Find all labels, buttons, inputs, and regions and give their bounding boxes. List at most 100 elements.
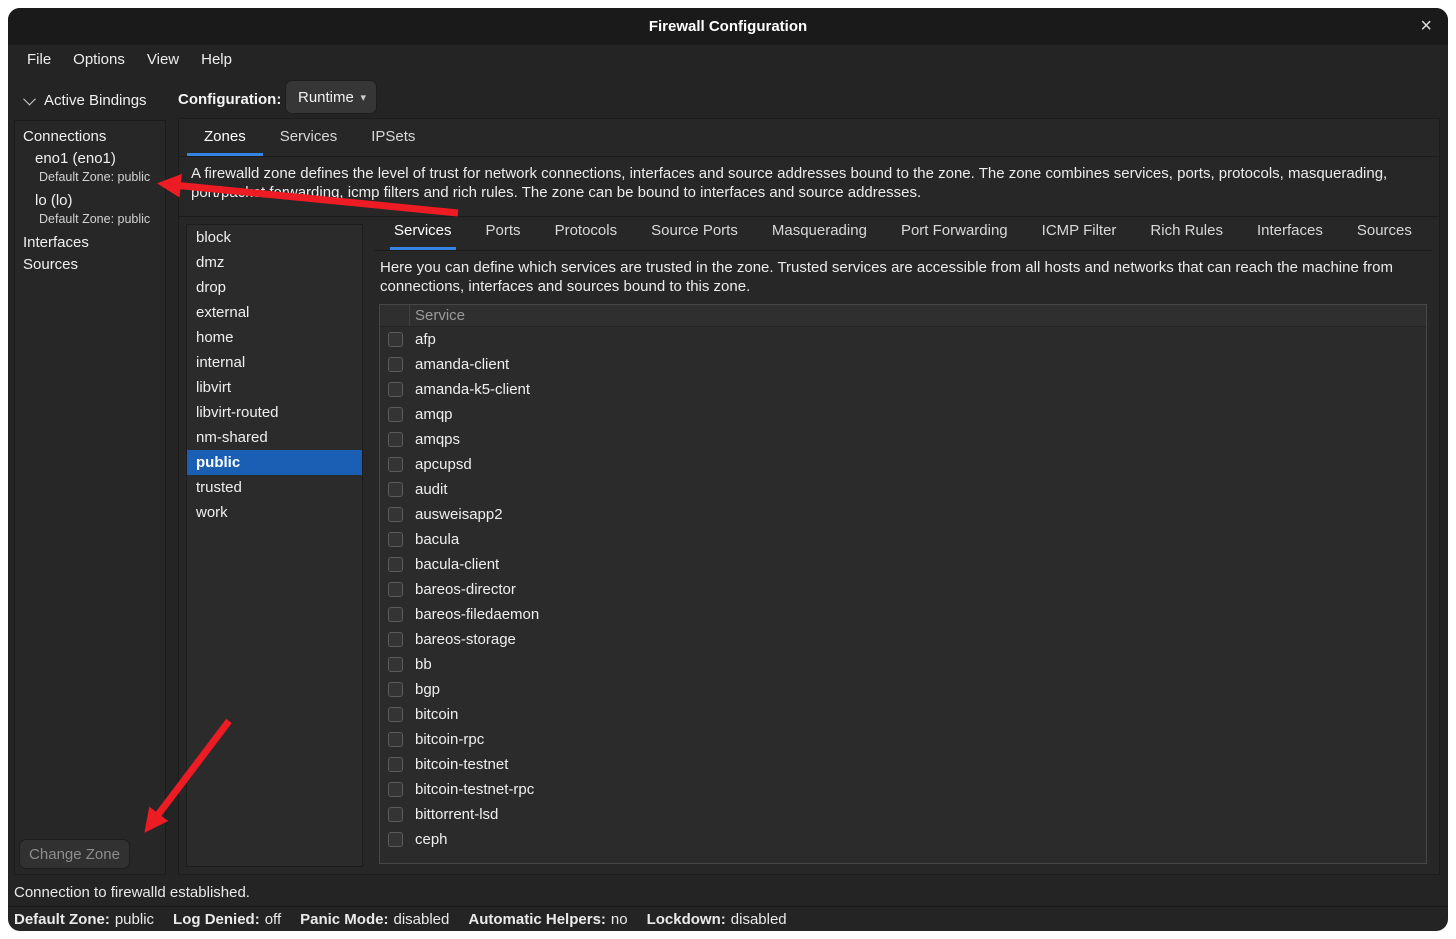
service-checkbox[interactable] bbox=[388, 732, 403, 747]
statusbar-field: Log Denied:off bbox=[173, 911, 281, 928]
service-row[interactable]: bareos-filedaemon bbox=[380, 602, 1426, 627]
close-icon[interactable]: × bbox=[1420, 8, 1432, 44]
zone-settings-tab[interactable]: Masquerading bbox=[768, 214, 871, 250]
zone-list-item[interactable]: libvirt-routed bbox=[187, 400, 362, 425]
zone-description: A firewalld zone defines the level of tr… bbox=[179, 157, 1439, 217]
zone-list-item[interactable]: nm-shared bbox=[187, 425, 362, 450]
service-row[interactable]: bitcoin bbox=[380, 702, 1426, 727]
service-checkbox[interactable] bbox=[388, 757, 403, 772]
service-checkbox[interactable] bbox=[388, 457, 403, 472]
service-checkbox[interactable] bbox=[388, 482, 403, 497]
service-checkbox[interactable] bbox=[388, 382, 403, 397]
service-checkbox[interactable] bbox=[388, 607, 403, 622]
connection-status: Connection to firewalld established. bbox=[14, 880, 250, 906]
service-row[interactable]: bareos-storage bbox=[380, 627, 1426, 652]
change-zone-button[interactable]: Change Zone bbox=[19, 839, 130, 869]
zone-settings-tab[interactable]: Interfaces bbox=[1253, 214, 1327, 250]
service-checkbox[interactable] bbox=[388, 807, 403, 822]
service-checkbox[interactable] bbox=[388, 682, 403, 697]
service-row[interactable]: bitcoin-testnet bbox=[380, 752, 1426, 777]
service-row[interactable]: bareos-director bbox=[380, 577, 1426, 602]
menu-item[interactable]: View bbox=[136, 51, 190, 68]
service-checkbox[interactable] bbox=[388, 357, 403, 372]
titlebar[interactable]: Firewall Configuration × bbox=[8, 8, 1448, 45]
service-checkbox[interactable] bbox=[388, 582, 403, 597]
zone-list-item[interactable]: block bbox=[187, 225, 362, 250]
statusbar-field-value: public bbox=[115, 911, 154, 928]
service-row[interactable]: amanda-client bbox=[380, 352, 1426, 377]
services-table-header: Service bbox=[380, 305, 1426, 327]
zone-settings-tab[interactable]: Source Ports bbox=[647, 214, 742, 250]
zone-list-item[interactable]: drop bbox=[187, 275, 362, 300]
connection-item[interactable]: lo (lo) Default Zone: public bbox=[15, 190, 165, 232]
service-row[interactable]: bacula-client bbox=[380, 552, 1426, 577]
zone-list-item[interactable]: dmz bbox=[187, 250, 362, 275]
sources-header[interactable]: Sources bbox=[15, 254, 165, 276]
zone-settings-tab[interactable]: Services bbox=[390, 214, 456, 250]
zone-list: blockdmzdropexternalhomeinternallibvirtl… bbox=[186, 224, 363, 867]
service-checkbox[interactable] bbox=[388, 557, 403, 572]
service-checkbox[interactable] bbox=[388, 657, 403, 672]
zone-list-item[interactable]: work bbox=[187, 500, 362, 525]
service-row[interactable]: bacula bbox=[380, 527, 1426, 552]
services-table: Service afp amanda-client bbox=[379, 304, 1427, 864]
service-row[interactable]: bittorrent-lsd bbox=[380, 802, 1426, 827]
service-name: amqp bbox=[415, 406, 453, 423]
service-checkbox[interactable] bbox=[388, 632, 403, 647]
service-name: afp bbox=[415, 331, 436, 348]
connections-header[interactable]: Connections bbox=[15, 126, 165, 148]
menu-item[interactable]: Options bbox=[62, 51, 136, 68]
statusbar-field-value: disabled bbox=[393, 911, 449, 928]
service-name: bareos-storage bbox=[415, 631, 516, 648]
connection-item[interactable]: eno1 (eno1) Default Zone: public bbox=[15, 148, 165, 190]
zone-list-item[interactable]: external bbox=[187, 300, 362, 325]
chevron-down-icon bbox=[23, 92, 36, 105]
service-checkbox[interactable] bbox=[388, 432, 403, 447]
statusbar-field-label: Log Denied: bbox=[173, 911, 260, 928]
zone-list-item[interactable]: public bbox=[187, 450, 362, 475]
zone-list-item[interactable]: home bbox=[187, 325, 362, 350]
zone-list-item[interactable]: internal bbox=[187, 350, 362, 375]
service-row[interactable]: ceph bbox=[380, 827, 1426, 852]
service-checkbox[interactable] bbox=[388, 332, 403, 347]
service-checkbox[interactable] bbox=[388, 407, 403, 422]
zone-list-item[interactable]: libvirt bbox=[187, 375, 362, 400]
active-bindings-header[interactable]: Active Bindings bbox=[25, 82, 147, 118]
service-row[interactable]: audit bbox=[380, 477, 1426, 502]
service-row[interactable]: ausweisapp2 bbox=[380, 502, 1426, 527]
zone-settings-tab[interactable]: ICMP Filter bbox=[1038, 214, 1121, 250]
menu-item[interactable]: File bbox=[16, 51, 62, 68]
zone-settings-tabbar: Services Ports Protocols Source Ports Masque… bbox=[374, 214, 1432, 251]
main-tab[interactable]: IPSets bbox=[354, 119, 432, 156]
service-row[interactable]: amqp bbox=[380, 402, 1426, 427]
main-tab[interactable]: Services bbox=[263, 119, 355, 156]
service-name: bitcoin-testnet bbox=[415, 756, 508, 773]
interfaces-header[interactable]: Interfaces bbox=[15, 232, 165, 254]
service-row[interactable]: apcupsd bbox=[380, 452, 1426, 477]
service-row[interactable]: amqps bbox=[380, 427, 1426, 452]
service-checkbox[interactable] bbox=[388, 707, 403, 722]
zone-settings-tab[interactable]: Ports bbox=[482, 214, 525, 250]
service-checkbox[interactable] bbox=[388, 532, 403, 547]
service-row[interactable]: bitcoin-rpc bbox=[380, 727, 1426, 752]
service-row[interactable]: bgp bbox=[380, 677, 1426, 702]
zone-settings-tab[interactable]: Rich Rules bbox=[1146, 214, 1227, 250]
bindings-tree: Connections eno1 (eno1) Default Zone: pu… bbox=[15, 121, 165, 276]
service-name: bgp bbox=[415, 681, 440, 698]
services-description: Here you can define which services are t… bbox=[374, 251, 1432, 303]
service-checkbox[interactable] bbox=[388, 832, 403, 847]
service-row[interactable]: bb bbox=[380, 652, 1426, 677]
zone-settings-tab[interactable]: Port Forwarding bbox=[897, 214, 1012, 250]
service-checkbox[interactable] bbox=[388, 507, 403, 522]
service-checkbox[interactable] bbox=[388, 782, 403, 797]
menubar: FileOptionsViewHelp bbox=[8, 45, 1448, 74]
main-tab[interactable]: Zones bbox=[187, 119, 263, 156]
service-row[interactable]: bitcoin-testnet-rpc bbox=[380, 777, 1426, 802]
zone-settings-tab[interactable]: Sources bbox=[1353, 214, 1416, 250]
service-row[interactable]: afp bbox=[380, 327, 1426, 352]
configuration-dropdown[interactable]: Runtime ▾ bbox=[285, 80, 377, 114]
menu-item[interactable]: Help bbox=[190, 51, 243, 68]
zone-settings-tab[interactable]: Protocols bbox=[551, 214, 622, 250]
service-row[interactable]: amanda-k5-client bbox=[380, 377, 1426, 402]
zone-list-item[interactable]: trusted bbox=[187, 475, 362, 500]
